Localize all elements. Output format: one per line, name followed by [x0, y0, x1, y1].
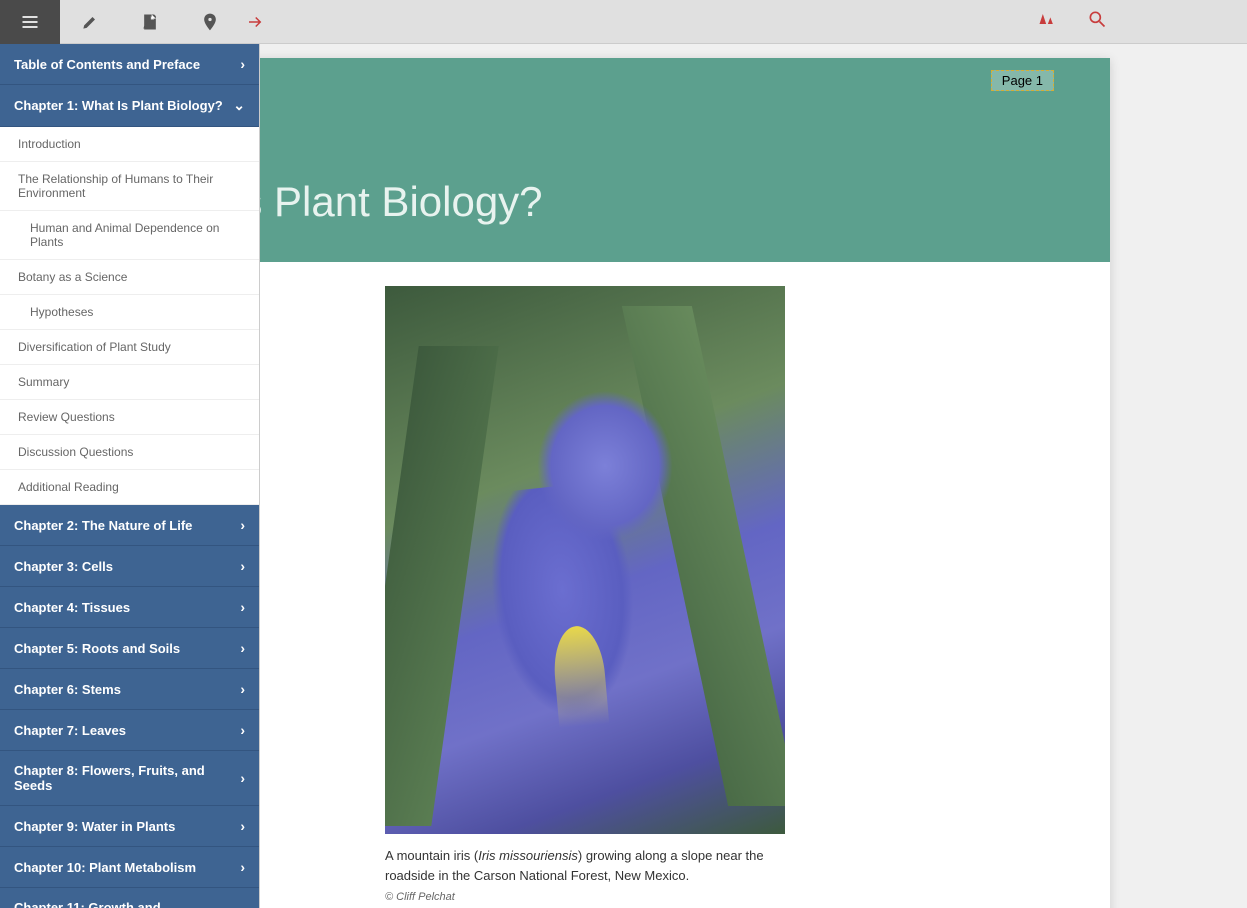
- caption-italic: Iris missouriensis: [478, 848, 578, 863]
- chapter-item[interactable]: Chapter 6: Stems ›: [0, 669, 259, 710]
- subitem[interactable]: Summary: [0, 365, 259, 400]
- chevron-right-icon: ›: [240, 681, 245, 697]
- chevron-right-icon: ›: [240, 517, 245, 533]
- chapter-item[interactable]: Chapter 10: Plant Metabolism ›: [0, 847, 259, 888]
- subitem[interactable]: Hypotheses: [0, 295, 259, 330]
- chapter-label: Chapter 1: What Is Plant Biology?: [14, 98, 223, 113]
- subitem[interactable]: Botany as a Science: [0, 260, 259, 295]
- chapter-label: Chapter 7: Leaves: [14, 723, 126, 738]
- chapter-item[interactable]: Chapter 2: The Nature of Life ›: [0, 505, 259, 546]
- chapter-label: Chapter 2: The Nature of Life: [14, 518, 192, 533]
- chapter-item[interactable]: Chapter 4: Tissues ›: [0, 587, 259, 628]
- subitem[interactable]: Additional Reading: [0, 470, 259, 505]
- subitem[interactable]: The Relationship of Humans to Their Envi…: [0, 162, 259, 211]
- chevron-right-icon: ›: [240, 56, 245, 72]
- figure-image: [385, 286, 785, 834]
- figure-credit: © Cliff Pelchat: [385, 891, 785, 903]
- topbar: [0, 0, 1247, 44]
- highlight-icon[interactable]: [60, 0, 120, 44]
- chapter-item[interactable]: Chapter 11: Growth and Development›: [0, 888, 259, 908]
- figure: A mountain iris (Iris missouriensis) gro…: [385, 286, 785, 903]
- chapter-item[interactable]: Chapter 7: Leaves ›: [0, 710, 259, 751]
- chapter-item[interactable]: Chapter 5: Roots and Soils ›: [0, 628, 259, 669]
- chapter-label: Chapter 6: Stems: [14, 682, 121, 697]
- chapter-item[interactable]: Chapter 1: What Is Plant Biology? ⌄: [0, 85, 259, 127]
- topbar-left: [0, 0, 270, 43]
- chevron-right-icon: ›: [240, 640, 245, 656]
- chapter-label: Chapter 4: Tissues: [14, 600, 130, 615]
- chapter-item[interactable]: Table of Contents and Preface ›: [0, 44, 259, 85]
- subitem[interactable]: Review Questions: [0, 400, 259, 435]
- menu-icon[interactable]: [0, 0, 60, 44]
- chevron-right-icon: ›: [240, 818, 245, 834]
- subitem[interactable]: Diversification of Plant Study: [0, 330, 259, 365]
- chevron-right-icon: ›: [240, 722, 245, 738]
- font-size-icon[interactable]: [1037, 9, 1057, 34]
- chapter-label: Chapter 8: Flowers, Fruits, and Seeds: [14, 763, 240, 793]
- caption-text-pre: A mountain iris (: [385, 848, 478, 863]
- subitem[interactable]: Human and Animal Dependence on Plants: [0, 211, 259, 260]
- chapter-label: Chapter 10: Plant Metabolism: [14, 860, 196, 875]
- pin-icon[interactable]: [180, 0, 240, 44]
- chapter-item[interactable]: Chapter 9: Water in Plants ›: [0, 806, 259, 847]
- chapter-label: Table of Contents and Preface: [14, 57, 200, 72]
- chevron-down-icon: ⌄: [233, 97, 245, 114]
- chapter-label: Chapter 3: Cells: [14, 559, 113, 574]
- chevron-right-icon: ›: [240, 599, 245, 615]
- chapter-label: Chapter 5: Roots and Soils: [14, 641, 180, 656]
- chapter-item[interactable]: Chapter 3: Cells ›: [0, 546, 259, 587]
- chapter-item[interactable]: Chapter 8: Flowers, Fruits, and Seeds›: [0, 751, 259, 806]
- arrow-right-icon[interactable]: [240, 0, 270, 44]
- search-icon[interactable]: [1087, 9, 1107, 34]
- note-icon[interactable]: [120, 0, 180, 44]
- subitem[interactable]: Introduction: [0, 127, 259, 162]
- subitem[interactable]: Discussion Questions: [0, 435, 259, 470]
- sidebar[interactable]: Table of Contents and Preface › Chapter 1:…: [0, 44, 260, 908]
- chapter-label: Chapter 9: Water in Plants: [14, 819, 175, 834]
- chevron-right-icon: ›: [240, 859, 245, 875]
- figure-caption: A mountain iris (Iris missouriensis) gro…: [385, 846, 785, 885]
- chapter-label: Chapter 11: Growth and Development: [14, 900, 240, 908]
- chevron-right-icon: ›: [240, 770, 245, 786]
- topbar-right: [1037, 9, 1247, 34]
- chevron-right-icon: ›: [240, 558, 245, 574]
